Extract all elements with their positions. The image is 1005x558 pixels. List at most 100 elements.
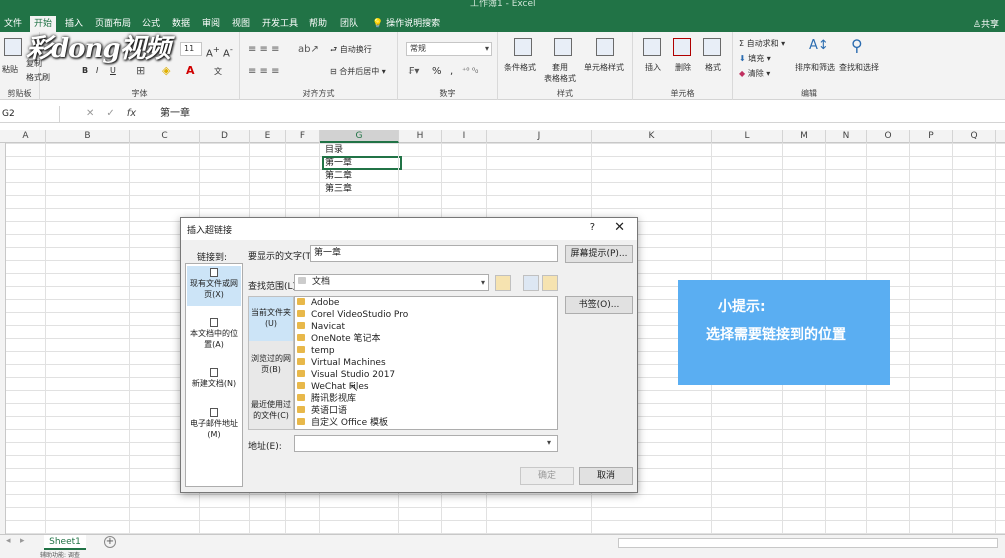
sort-filter-button[interactable]: 排序和筛选 xyxy=(795,62,835,73)
grow-font-button[interactable]: A+ xyxy=(206,44,220,59)
bookmark-button[interactable]: 书签(O)... xyxy=(565,296,633,314)
list-item[interactable]: Visual Studio 2017 xyxy=(297,369,395,381)
wrap-text-button[interactable]: ⮐ 自动换行 xyxy=(330,44,372,58)
tell-me-search[interactable]: 💡 操作说明搜索 xyxy=(368,16,444,32)
look-in-select[interactable]: 文档 ▾ xyxy=(294,274,489,291)
column-header-f[interactable]: F xyxy=(286,130,320,143)
name-box[interactable]: G2 xyxy=(0,106,60,122)
share-button[interactable]: ♙共享 xyxy=(973,17,999,30)
font-color-icon[interactable]: A xyxy=(186,64,195,77)
phonetic-button[interactable]: 文 xyxy=(214,66,222,77)
column-header-j[interactable]: J xyxy=(487,130,592,143)
cancel-button[interactable]: 取消 xyxy=(579,467,633,485)
column-header-p[interactable]: P xyxy=(910,130,953,143)
link-to-new-document[interactable]: 新建文档(N) xyxy=(187,366,241,396)
tab-help[interactable]: 帮助 xyxy=(305,16,331,32)
list-item[interactable]: Navicat xyxy=(297,321,345,333)
border-icon[interactable]: ⊞ xyxy=(136,64,145,77)
close-icon[interactable]: ✕ xyxy=(614,220,625,235)
list-item[interactable]: 英语口语 xyxy=(297,405,347,417)
link-to-existing-file[interactable]: 现有文件或网页(X) xyxy=(187,266,241,306)
cell-g4[interactable]: 第三章 xyxy=(324,183,352,196)
list-item[interactable]: OneNote 笔记本 xyxy=(297,333,381,345)
percent-button[interactable]: % xyxy=(432,66,442,77)
column-header-h[interactable]: H xyxy=(399,130,442,143)
fill-color-icon[interactable]: ◈ xyxy=(162,64,170,77)
tab-team[interactable]: 团队 xyxy=(336,16,362,32)
list-item[interactable]: 自定义 Office 模板 xyxy=(297,417,388,429)
column-header-b[interactable]: B xyxy=(46,130,130,143)
paste-button[interactable]: 粘贴 xyxy=(2,64,18,75)
file-list[interactable]: Adobe Corel VideoStudio Pro Navicat OneN… xyxy=(294,296,558,430)
column-header-g[interactable]: G xyxy=(320,130,399,143)
display-text-input[interactable]: 第一章 xyxy=(310,245,558,262)
browsed-pages-shortcut[interactable]: 浏览过的网页(B) xyxy=(249,343,293,387)
browse-folder-icon[interactable] xyxy=(542,275,558,291)
shrink-font-button[interactable]: A- xyxy=(223,44,233,59)
screentip-button[interactable]: 屏幕提示(P)... xyxy=(565,245,633,263)
cell-g3[interactable]: 第二章 xyxy=(324,170,352,183)
current-folder-shortcut[interactable]: 当前文件夹(U) xyxy=(249,297,293,341)
find-select-button[interactable]: 查找和选择 xyxy=(839,62,879,73)
format-as-table-button[interactable]: 套用 表格格式 xyxy=(544,62,576,84)
tab-developer[interactable]: 开发工具 xyxy=(258,16,302,32)
column-header-n[interactable]: N xyxy=(826,130,867,143)
tab-view[interactable]: 视图 xyxy=(228,16,254,32)
autosum-button[interactable]: Σ 自动求和 ▾ xyxy=(739,38,785,49)
column-header-l[interactable]: L xyxy=(712,130,783,143)
cell-styles-button[interactable]: 单元格样式 xyxy=(584,62,624,73)
clear-button[interactable]: ◆ 清除 ▾ xyxy=(739,68,770,79)
formula-input[interactable]: 第一章 xyxy=(160,106,190,122)
column-header-q[interactable]: Q xyxy=(953,130,996,143)
link-to-place-in-document[interactable]: 本文档中的位置(A) xyxy=(187,316,241,356)
underline-button[interactable]: U xyxy=(110,66,116,75)
format-cells-button[interactable]: 格式 xyxy=(705,62,721,73)
address-input[interactable] xyxy=(294,435,558,452)
column-header-c[interactable]: C xyxy=(130,130,200,143)
column-header-o[interactable]: O xyxy=(867,130,910,143)
list-item[interactable]: Virtual Machines xyxy=(297,357,386,369)
list-item[interactable]: Corel VideoStudio Pro xyxy=(297,309,408,321)
help-button[interactable]: ? xyxy=(590,222,595,233)
column-header-r[interactable]: R xyxy=(996,130,1005,143)
italic-button[interactable]: I xyxy=(96,66,98,75)
delete-cells-button[interactable]: 删除 xyxy=(675,62,691,73)
list-item[interactable]: temp xyxy=(297,345,335,357)
conditional-format-button[interactable]: 条件格式 xyxy=(504,62,536,73)
browse-web-icon[interactable] xyxy=(495,275,511,291)
recent-files-shortcut[interactable]: 最近使用过的文件(C) xyxy=(249,389,293,429)
column-header-i[interactable]: I xyxy=(442,130,487,143)
column-header-a[interactable]: A xyxy=(6,130,46,143)
horizontal-scrollbar[interactable] xyxy=(618,538,998,548)
comma-button[interactable]: , xyxy=(450,66,453,77)
fx-icon[interactable]: fx xyxy=(127,108,136,119)
sheet-nav-left-icon[interactable]: ◂ xyxy=(6,536,11,546)
enter-icon[interactable]: ✓ xyxy=(106,108,114,119)
cancel-icon[interactable]: ✕ xyxy=(86,108,94,119)
list-item[interactable]: Adobe xyxy=(297,297,339,309)
decimal-icon[interactable]: ⁺⁰ ⁰₀ xyxy=(462,66,478,75)
paste-icon[interactable] xyxy=(4,38,22,56)
align-top-icon[interactable]: ≡ ≡ ≡ xyxy=(248,44,280,55)
fill-button[interactable]: ⬇ 填充 ▾ xyxy=(739,53,771,64)
browse-file-icon[interactable] xyxy=(523,275,539,291)
insert-cells-button[interactable]: 插入 xyxy=(645,62,661,73)
sheet-nav-right-icon[interactable]: ▸ xyxy=(20,536,25,546)
font-size-select[interactable]: 11 xyxy=(180,42,202,56)
currency-icon[interactable]: ₣▾ xyxy=(408,66,419,77)
link-to-email[interactable]: 电子邮件地址(M) xyxy=(187,406,241,446)
column-header-d[interactable]: D xyxy=(200,130,250,143)
sheet-tab-sheet1[interactable]: Sheet1 xyxy=(44,535,86,550)
merge-center-button[interactable]: ⊟ 合并后居中 ▾ xyxy=(330,66,386,77)
ok-button[interactable]: 确定 xyxy=(520,467,574,485)
list-item[interactable]: 腾讯影视库 xyxy=(297,393,356,405)
tab-file[interactable]: 文件 xyxy=(0,16,26,32)
column-header-e[interactable]: E xyxy=(250,130,286,143)
column-header-k[interactable]: K xyxy=(592,130,712,143)
orientation-icon[interactable]: ab↗ xyxy=(298,44,319,55)
tab-data[interactable]: 数据 xyxy=(168,16,194,32)
chevron-down-icon[interactable]: ▾ xyxy=(547,438,551,447)
column-header-m[interactable]: M xyxy=(783,130,826,143)
tab-review[interactable]: 审阅 xyxy=(198,16,224,32)
number-format-select[interactable]: 常规 ▾ xyxy=(406,42,492,56)
